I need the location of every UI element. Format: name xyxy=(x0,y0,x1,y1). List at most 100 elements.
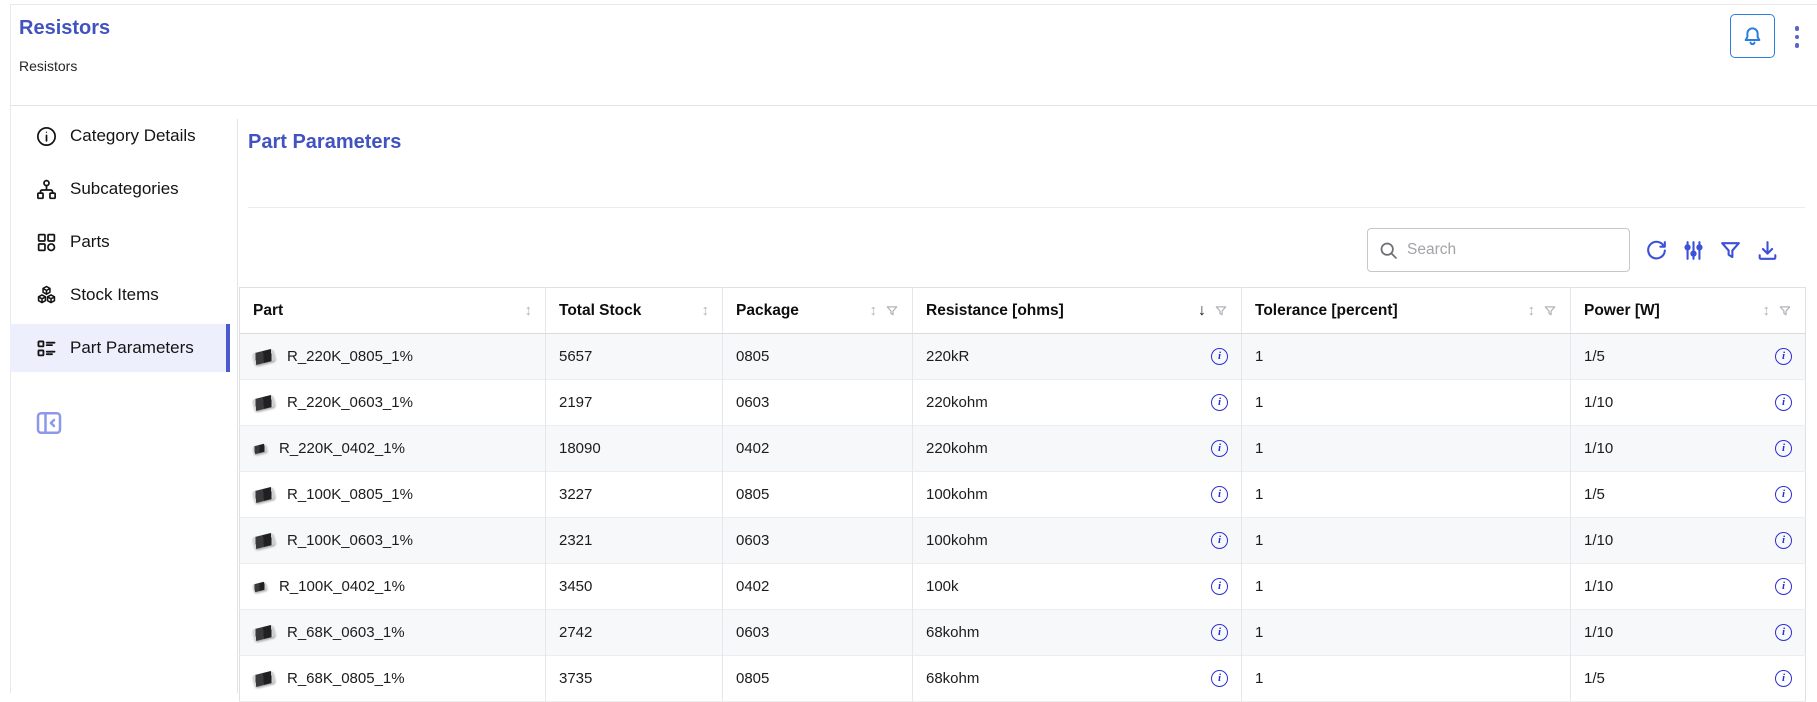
search-input[interactable] xyxy=(1407,241,1619,259)
sidebar-item-label: Subcategories xyxy=(70,179,179,199)
header-divider xyxy=(10,105,1817,106)
column-filter-icon[interactable] xyxy=(885,304,899,318)
column-header-total-stock[interactable]: Total Stock ↕ xyxy=(546,288,723,334)
info-icon[interactable]: i xyxy=(1211,394,1228,411)
table-row[interactable]: R_68K_0805_1% 3735 0805 68kohmi 1 1/5i xyxy=(240,656,1806,702)
part-name: R_220K_0805_1% xyxy=(287,348,413,365)
sidebar: Category Details Subcategories Parts xyxy=(10,112,237,377)
info-icon[interactable]: i xyxy=(1775,578,1792,595)
column-filter-icon[interactable] xyxy=(1543,304,1557,318)
power-value: 1/5 xyxy=(1584,348,1605,365)
power-value: 1/5 xyxy=(1584,486,1605,503)
power-value: 1/5 xyxy=(1584,670,1605,687)
info-icon[interactable]: i xyxy=(1211,670,1228,687)
power-value: 1/10 xyxy=(1584,440,1613,457)
download-button[interactable] xyxy=(1754,237,1780,263)
info-icon[interactable]: i xyxy=(1211,440,1228,457)
total-stock-value: 2321 xyxy=(546,518,723,564)
total-stock-value: 18090 xyxy=(546,426,723,472)
section-divider xyxy=(248,207,1805,208)
filter-button[interactable] xyxy=(1717,237,1743,263)
sort-desc-icon[interactable]: ↓ xyxy=(1198,302,1206,320)
sort-icon[interactable]: ↕ xyxy=(1763,302,1771,319)
sidebar-collapse-button[interactable] xyxy=(33,407,64,438)
part-thumbnail xyxy=(252,624,275,641)
table-toolbar xyxy=(1643,237,1780,263)
adjustments-icon xyxy=(1681,238,1706,263)
part-name: R_220K_0402_1% xyxy=(279,440,405,457)
page-frame-top-border xyxy=(10,4,1817,5)
sidebar-item-parts[interactable]: Parts xyxy=(10,218,230,266)
sidebar-item-subcategories[interactable]: Subcategories xyxy=(10,165,230,213)
column-header-tolerance[interactable]: Tolerance [percent] ↕ xyxy=(1242,288,1571,334)
search-box[interactable] xyxy=(1367,228,1630,272)
info-icon[interactable]: i xyxy=(1775,348,1792,365)
sort-icon[interactable]: ↕ xyxy=(1528,302,1536,319)
resistance-value: 220kohm xyxy=(926,394,988,411)
table-row[interactable]: R_220K_0603_1% 2197 0603 220kohmi 1 1/10… xyxy=(240,380,1806,426)
total-stock-value: 2197 xyxy=(546,380,723,426)
info-icon[interactable]: i xyxy=(1211,486,1228,503)
table-row[interactable]: R_100K_0603_1% 2321 0603 100kohmi 1 1/10… xyxy=(240,518,1806,564)
part-name: R_100K_0603_1% xyxy=(287,532,413,549)
refresh-button[interactable] xyxy=(1643,237,1669,263)
info-icon[interactable]: i xyxy=(1211,532,1228,549)
part-name: R_68K_0805_1% xyxy=(287,670,405,687)
sidebar-collapse-icon xyxy=(34,408,64,438)
category-grid-icon xyxy=(35,231,58,254)
bell-icon xyxy=(1740,24,1765,49)
column-header-package[interactable]: Package ↕ xyxy=(723,288,913,334)
tolerance-value: 1 xyxy=(1242,472,1571,518)
column-filter-icon[interactable] xyxy=(1214,304,1228,318)
sidebar-item-stock-items[interactable]: Stock Items xyxy=(10,271,230,319)
part-thumbnail xyxy=(252,670,275,687)
column-header-resistance[interactable]: Resistance [ohms] ↓ xyxy=(913,288,1242,334)
info-icon[interactable]: i xyxy=(1775,486,1792,503)
info-icon[interactable]: i xyxy=(1211,348,1228,365)
sidebar-item-part-parameters[interactable]: Part Parameters xyxy=(10,324,230,372)
info-icon[interactable]: i xyxy=(1775,440,1792,457)
kebab-menu-button[interactable] xyxy=(1786,19,1808,55)
table-row[interactable]: R_220K_0402_1% 18090 0402 220kohmi 1 1/1… xyxy=(240,426,1806,472)
sort-icon[interactable]: ↕ xyxy=(525,302,533,319)
tolerance-value: 1 xyxy=(1242,564,1571,610)
sidebar-item-category-details[interactable]: Category Details xyxy=(10,112,230,160)
total-stock-value: 3450 xyxy=(546,564,723,610)
tolerance-value: 1 xyxy=(1242,380,1571,426)
column-filter-icon[interactable] xyxy=(1778,304,1792,318)
column-header-part[interactable]: Part ↕ xyxy=(240,288,546,334)
table-row[interactable]: R_220K_0805_1% 5657 0805 220kRi 1 1/5i xyxy=(240,334,1806,380)
package-value: 0402 xyxy=(723,564,913,610)
table-row[interactable]: R_100K_0805_1% 3227 0805 100kohmi 1 1/5i xyxy=(240,472,1806,518)
power-value: 1/10 xyxy=(1584,532,1613,549)
sidebar-item-label: Category Details xyxy=(70,126,196,146)
notifications-button[interactable] xyxy=(1730,14,1775,58)
resistance-value: 68kohm xyxy=(926,670,979,687)
column-header-power[interactable]: Power [W] ↕ xyxy=(1571,288,1806,334)
info-icon[interactable]: i xyxy=(1775,670,1792,687)
sort-icon[interactable]: ↕ xyxy=(702,302,710,319)
sidebar-item-label: Parts xyxy=(70,232,110,252)
power-value: 1/10 xyxy=(1584,578,1613,595)
part-thumbnail xyxy=(252,443,267,454)
info-icon[interactable]: i xyxy=(1775,624,1792,641)
package-value: 0603 xyxy=(723,610,913,656)
sidebar-item-label: Part Parameters xyxy=(70,338,194,358)
info-icon[interactable]: i xyxy=(1775,532,1792,549)
table-row[interactable]: R_68K_0603_1% 2742 0603 68kohmi 1 1/10i xyxy=(240,610,1806,656)
info-icon[interactable]: i xyxy=(1211,624,1228,641)
table-row[interactable]: R_100K_0402_1% 3450 0402 100ki 1 1/10i xyxy=(240,564,1806,610)
breadcrumb[interactable]: Resistors xyxy=(19,58,77,74)
part-thumbnail xyxy=(252,394,275,411)
adjustments-button[interactable] xyxy=(1680,237,1706,263)
info-icon[interactable]: i xyxy=(1775,394,1792,411)
info-icon[interactable]: i xyxy=(1211,578,1228,595)
total-stock-value: 3227 xyxy=(546,472,723,518)
sidebar-content-divider xyxy=(237,119,238,693)
part-name: R_68K_0603_1% xyxy=(287,624,405,641)
info-circle-icon xyxy=(35,125,58,148)
package-value: 0805 xyxy=(723,334,913,380)
part-thumbnail xyxy=(252,348,275,365)
cubes-icon xyxy=(35,284,58,307)
sort-icon[interactable]: ↕ xyxy=(870,302,878,319)
